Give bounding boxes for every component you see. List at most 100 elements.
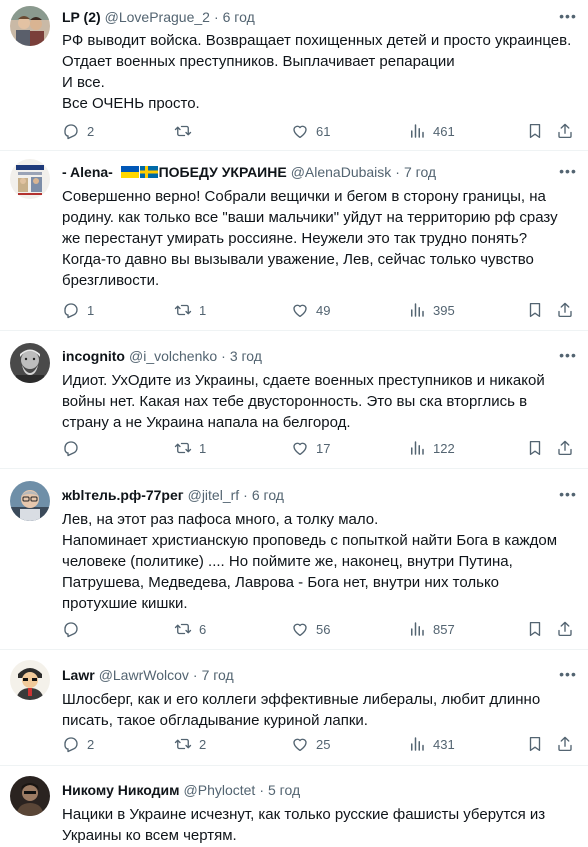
tweet[interactable]: LP (2) @LovePrague_2 · 6 год ••• РФ выво…: [0, 0, 588, 151]
tweet-header: - Alena- ПОБЕДУ УКРАИНЕ @AlenaDubaisk · …: [62, 163, 572, 181]
more-icon[interactable]: •••: [558, 8, 578, 26]
views-button[interactable]: 461: [408, 121, 455, 141]
tweet-text: Лев, на этот раз пафоса много, а толку м…: [62, 511, 557, 612]
reply-icon: [64, 303, 78, 319]
like-button[interactable]: 25: [291, 734, 330, 754]
heart-icon: [293, 623, 307, 637]
avatar[interactable]: [10, 343, 50, 383]
share-button[interactable]: [556, 121, 574, 141]
retweet-button[interactable]: 6: [174, 619, 206, 639]
like-button[interactable]: 56: [291, 619, 330, 639]
views-button[interactable]: 122: [408, 438, 455, 458]
avatar[interactable]: [10, 660, 50, 700]
timestamp[interactable]: 6 год: [252, 486, 284, 504]
ukraine-flag-icon: [120, 166, 139, 178]
display-name[interactable]: Lawr: [62, 666, 95, 684]
display-name[interactable]: incognito: [62, 347, 125, 365]
like-count: 25: [316, 736, 331, 752]
views-count: 461: [433, 123, 455, 139]
bookmark-button[interactable]: [526, 300, 544, 320]
views-button[interactable]: 395: [408, 300, 455, 320]
bookmark-button[interactable]: [526, 619, 544, 639]
retweet-button[interactable]: 2: [174, 734, 206, 754]
like-button[interactable]: 49: [291, 300, 330, 320]
views-icon: [411, 441, 424, 455]
reply-button[interactable]: [62, 438, 87, 458]
display-name-text: - Alena-: [62, 164, 113, 180]
more-icon[interactable]: •••: [558, 666, 578, 684]
separator-dot: ·: [395, 164, 400, 180]
bookmark-icon: [529, 440, 541, 456]
heart-icon: [293, 304, 307, 318]
reply-icon: [64, 737, 78, 753]
tweet[interactable]: жblтель.рф-77рег @jitel_rf · 6 год ••• Л…: [0, 469, 588, 650]
retweet-button[interactable]: 1: [174, 300, 206, 320]
tweet[interactable]: Никому Никодим @Phyloctet · 5 год Нацики…: [0, 766, 588, 847]
display-name[interactable]: жblтель.рф-77рег: [62, 486, 184, 504]
display-name[interactable]: Никому Никодим: [62, 781, 180, 799]
tweet-text: РФ выводит войска. Возвращает похищенных…: [62, 32, 572, 112]
tweet[interactable]: incognito @i_volchenko · 3 год ••• Идиот…: [0, 331, 588, 469]
share-icon: [558, 736, 572, 752]
display-name[interactable]: LP (2): [62, 8, 101, 26]
retweet-count: 1: [199, 302, 207, 318]
reply-button[interactable]: 2: [62, 121, 94, 141]
share-button[interactable]: [556, 734, 574, 754]
share-button[interactable]: [556, 438, 574, 458]
reply-icon: [64, 124, 78, 140]
separator-dot: ·: [243, 487, 248, 503]
tweet[interactable]: - Alena- ПОБЕДУ УКРАИНЕ @AlenaDubaisk · …: [0, 151, 588, 331]
separator-dot: ·: [192, 667, 198, 683]
more-icon[interactable]: •••: [558, 486, 578, 504]
retweet-count: 2: [199, 736, 207, 752]
user-handle[interactable]: @i_volchenko: [129, 347, 217, 365]
retweet-icon: [174, 125, 192, 137]
views-button[interactable]: 431: [408, 734, 455, 754]
avatar[interactable]: [10, 776, 50, 816]
user-handle[interactable]: @jitel_rf: [188, 486, 240, 504]
views-count: 857: [433, 621, 455, 637]
views-button[interactable]: 857: [408, 619, 455, 639]
bookmark-icon: [529, 736, 541, 752]
share-icon: [558, 123, 572, 139]
user-handle[interactable]: @LawrWolcov: [99, 666, 189, 684]
tweet-actions: 1 1 49 395: [62, 290, 572, 330]
timestamp[interactable]: 6 год: [223, 8, 255, 26]
tweet[interactable]: Lawr @LawrWolcov · 7 год ••• Шлосберг, к…: [0, 650, 588, 766]
retweet-button[interactable]: [174, 121, 199, 141]
avatar[interactable]: [10, 6, 50, 46]
share-button[interactable]: [556, 619, 574, 639]
heart-icon: [293, 738, 307, 752]
like-button[interactable]: 61: [291, 121, 330, 141]
avatar[interactable]: [10, 159, 50, 199]
share-icon: [558, 440, 572, 456]
reply-button[interactable]: 1: [62, 300, 94, 320]
retweet-icon: [174, 442, 192, 454]
user-handle[interactable]: @AlenaDubaisk: [291, 163, 392, 181]
timestamp[interactable]: 7 год: [404, 163, 436, 181]
share-button[interactable]: [556, 300, 574, 320]
reply-button[interactable]: 2: [62, 734, 94, 754]
reply-button[interactable]: [62, 619, 87, 639]
retweet-button[interactable]: 1: [174, 438, 206, 458]
views-icon: [411, 737, 424, 751]
bookmark-icon: [529, 123, 541, 139]
views-icon: [411, 303, 424, 317]
timestamp[interactable]: 5 год: [268, 781, 300, 799]
tweet-text: Нацики в Украине исчезнут, как только ру…: [62, 806, 546, 844]
reply-count: 2: [87, 736, 95, 752]
bookmark-button[interactable]: [526, 121, 544, 141]
more-icon[interactable]: •••: [558, 347, 578, 365]
more-icon[interactable]: •••: [558, 163, 578, 181]
bookmark-button[interactable]: [526, 734, 544, 754]
user-handle[interactable]: @Phyloctet: [184, 781, 256, 799]
heart-icon: [293, 125, 307, 139]
timestamp[interactable]: 7 год: [202, 666, 234, 684]
retweet-icon: [174, 623, 192, 635]
user-handle[interactable]: @LovePrague_2: [105, 8, 210, 26]
like-button[interactable]: 17: [291, 438, 330, 458]
bookmark-button[interactable]: [526, 438, 544, 458]
avatar[interactable]: [10, 481, 50, 521]
display-name[interactable]: - Alena- ПОБЕДУ УКРАИНЕ: [62, 163, 287, 181]
timestamp[interactable]: 3 год: [230, 347, 262, 365]
